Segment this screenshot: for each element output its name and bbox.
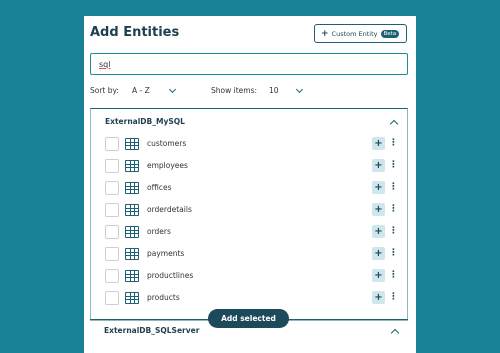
more-options-icon[interactable]: ⋮ <box>389 269 398 282</box>
list-item: customers + ⋮ <box>105 137 405 153</box>
list-controls: Sort by: A - Z Show items: 10 <box>90 85 410 98</box>
item-name: employees <box>147 161 188 170</box>
beta-badge: Beta <box>380 29 400 38</box>
sort-chevron-down-icon[interactable] <box>168 85 177 94</box>
show-items-select[interactable]: 10 <box>269 86 279 95</box>
item-checkbox[interactable] <box>105 181 119 195</box>
item-checkbox[interactable] <box>105 159 119 173</box>
add-item-button[interactable]: + <box>372 137 385 150</box>
item-name: offices <box>147 183 172 192</box>
item-checkbox[interactable] <box>105 203 119 217</box>
sort-label: Sort by: <box>90 86 119 95</box>
group-title: ExternalDB_SQLServer <box>104 326 200 335</box>
more-options-icon[interactable]: ⋮ <box>389 137 398 150</box>
item-name: products <box>147 293 180 302</box>
item-checkbox[interactable] <box>105 291 119 305</box>
table-icon <box>125 226 139 238</box>
table-icon <box>125 270 139 282</box>
list-item: offices + ⋮ <box>105 181 405 197</box>
show-items-label: Show items: <box>211 86 257 95</box>
more-options-icon[interactable]: ⋮ <box>389 247 398 260</box>
more-options-icon[interactable]: ⋮ <box>389 181 398 194</box>
group-title: ExternalDB_MySQL <box>105 117 185 126</box>
table-icon <box>125 182 139 194</box>
item-checkbox[interactable] <box>105 247 119 261</box>
collapse-chevron-up-icon[interactable] <box>389 119 399 129</box>
table-icon <box>125 248 139 260</box>
list-item: employees + ⋮ <box>105 159 405 175</box>
add-selected-button[interactable]: Add selected <box>208 309 289 328</box>
show-items-chevron-down-icon[interactable] <box>295 85 304 94</box>
list-item: productlines + ⋮ <box>105 269 405 285</box>
more-options-icon[interactable]: ⋮ <box>389 203 398 216</box>
more-options-icon[interactable]: ⋮ <box>389 225 398 238</box>
item-checkbox[interactable] <box>105 225 119 239</box>
add-item-button[interactable]: + <box>372 225 385 238</box>
custom-entity-button[interactable]: + Custom Entity Beta <box>314 24 407 43</box>
item-name: payments <box>147 249 185 258</box>
list-item: products + ⋮ <box>105 291 405 307</box>
list-item: orders + ⋮ <box>105 225 405 241</box>
add-item-button[interactable]: + <box>372 181 385 194</box>
more-options-icon[interactable]: ⋮ <box>389 291 398 304</box>
table-icon <box>125 138 139 150</box>
panel-title: Add Entities <box>90 25 180 40</box>
item-checkbox[interactable] <box>105 269 119 283</box>
search-value: sql <box>99 59 111 69</box>
table-icon <box>125 292 139 304</box>
item-name: orders <box>147 227 171 236</box>
item-name: orderdetails <box>147 205 192 214</box>
table-icon <box>125 160 139 172</box>
add-item-button[interactable]: + <box>372 291 385 304</box>
search-input[interactable]: sql <box>90 53 408 75</box>
add-item-button[interactable]: + <box>372 247 385 260</box>
add-item-button[interactable]: + <box>372 159 385 172</box>
add-item-button[interactable]: + <box>372 269 385 282</box>
add-item-button[interactable]: + <box>372 203 385 216</box>
list-item: payments + ⋮ <box>105 247 405 263</box>
plus-icon: + <box>321 28 329 39</box>
sort-select[interactable]: A - Z <box>132 86 150 95</box>
collapse-chevron-up-icon[interactable] <box>390 328 400 338</box>
item-checkbox[interactable] <box>105 137 119 151</box>
add-entities-panel: Add Entities + Custom Entity Beta sql So… <box>84 16 416 353</box>
entity-group-mysql: ExternalDB_MySQL customers + ⋮ employees… <box>90 108 408 321</box>
list-item: orderdetails + ⋮ <box>105 203 405 219</box>
custom-entity-label: Custom Entity <box>331 29 378 38</box>
more-options-icon[interactable]: ⋮ <box>389 159 398 172</box>
item-name: productlines <box>147 271 194 280</box>
table-icon <box>125 204 139 216</box>
item-name: customers <box>147 139 187 148</box>
